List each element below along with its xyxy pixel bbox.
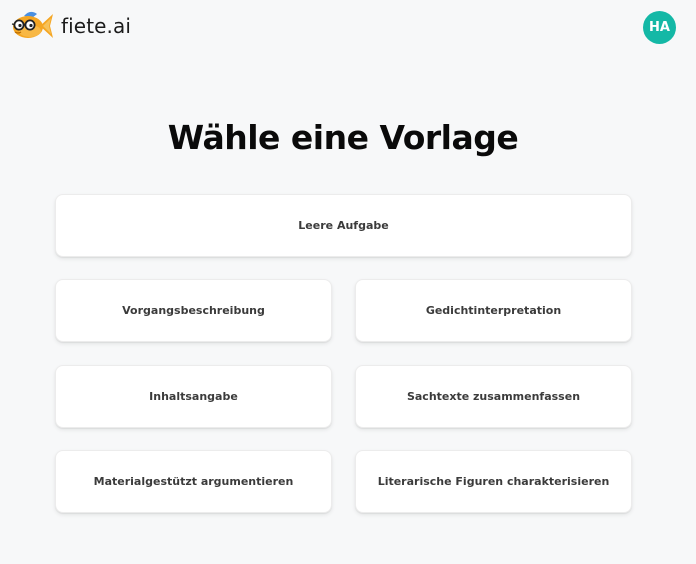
template-card-label: Inhaltsangabe [149,390,238,403]
template-card-label: Gedichtinterpretation [425,304,562,317]
template-card-label: Vorgangsbeschreibung [122,304,265,317]
user-avatar[interactable]: HA [643,11,676,44]
brand-name: fiete.ai [61,14,132,38]
fish-logo-icon [11,11,53,38]
page-title: Wähle eine Vorlage [167,118,519,157]
avatar-initials: HA [649,20,670,35]
template-card-materialgestuetzt-argumentieren[interactable]: Materialgestützt argumentieren [55,450,332,513]
template-card-literarische-figuren-charakterisieren[interactable]: Literarische Figuren charakterisieren [355,450,632,513]
template-card-label: Sachtexte zusammenfassen [406,390,581,403]
template-card-label: Materialgestützt argumentieren [93,475,294,488]
brand-link[interactable]: fiete.ai [10,8,131,44]
template-card-leere-aufgabe[interactable]: Leere Aufgabe [55,194,632,257]
template-card-sachtexte-zusammenfassen[interactable]: Sachtexte zusammenfassen [355,365,632,428]
top-bar: fiete.ai HA [0,0,696,54]
template-card-label: Leere Aufgabe [298,219,389,232]
template-card-vorgangsbeschreibung[interactable]: Vorgangsbeschreibung [55,279,332,342]
template-card-gedichtinterpretation[interactable]: Gedichtinterpretation [355,279,632,342]
template-card-label: Literarische Figuren charakterisieren [377,475,610,488]
template-card-inhaltsangabe[interactable]: Inhaltsangabe [55,365,332,428]
